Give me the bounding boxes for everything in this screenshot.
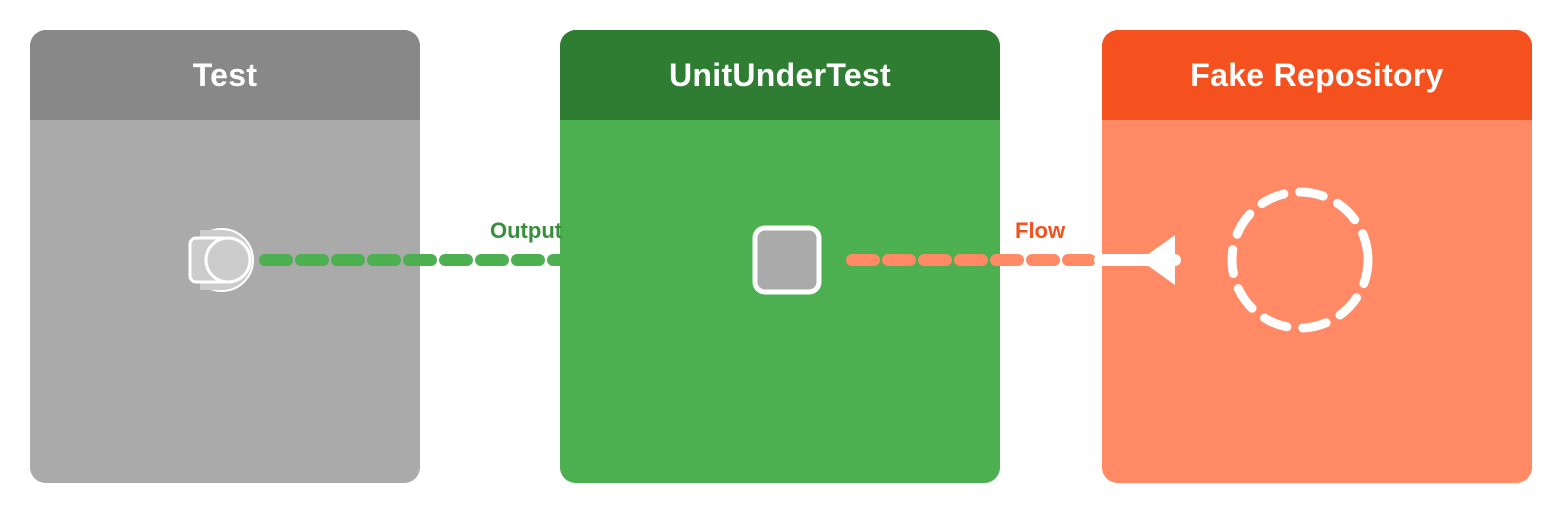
uut-box: UnitUnderTest bbox=[560, 30, 1000, 483]
uut-title: UnitUnderTest bbox=[669, 57, 891, 94]
flow-label: Flow bbox=[1015, 218, 1065, 244]
diagram: Test UnitUnderTest Fake Repository bbox=[0, 0, 1562, 513]
flow-text: Flow bbox=[1015, 218, 1065, 243]
test-header: Test bbox=[30, 30, 420, 120]
fake-title: Fake Repository bbox=[1190, 57, 1443, 94]
test-box: Test bbox=[30, 30, 420, 483]
test-title: Test bbox=[193, 57, 258, 94]
fake-body bbox=[1102, 120, 1532, 483]
test-body bbox=[30, 120, 420, 483]
output-label: Output bbox=[490, 218, 562, 244]
uut-body bbox=[560, 120, 1000, 483]
output-text: Output bbox=[490, 218, 562, 243]
uut-header: UnitUnderTest bbox=[560, 30, 1000, 120]
fake-header: Fake Repository bbox=[1102, 30, 1532, 120]
fake-box: Fake Repository bbox=[1102, 30, 1532, 483]
